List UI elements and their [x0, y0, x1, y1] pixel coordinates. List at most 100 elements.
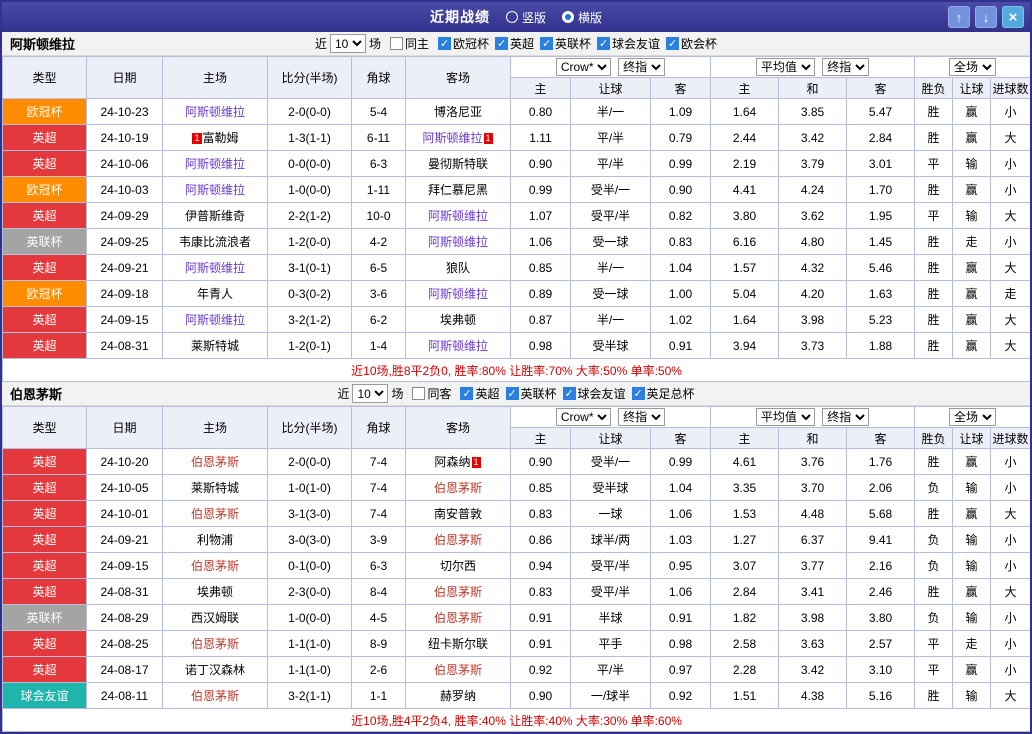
avg-select[interactable]: 平均值 — [755, 408, 815, 426]
team-name: 埃弗顿 — [405, 306, 511, 333]
league-filter-label: 英超 — [510, 36, 535, 51]
odds-company-select[interactable]: Crow* — [555, 408, 611, 426]
result-value: 负 — [914, 474, 954, 501]
col-date: 日期 — [86, 406, 163, 449]
odds-value: 受平/半 — [570, 202, 651, 229]
competition-badge: 英超 — [2, 124, 87, 151]
team-name-text: 纽卡斯尔联 — [427, 637, 488, 651]
team-name: 西汉姆联 — [162, 604, 268, 631]
league-filter[interactable]: 英超 — [495, 35, 534, 52]
odds-value: 0.86 — [510, 526, 571, 553]
avg-odds-value: 5.23 — [846, 306, 916, 333]
same-venue-filter[interactable]: 同主 — [389, 35, 429, 52]
league-filter[interactable]: 英联杯 — [505, 385, 557, 402]
avg-odds-value: 2.46 — [846, 578, 916, 605]
avg-odds-value: 2.84 — [710, 578, 780, 605]
odds-value: 0.90 — [510, 150, 571, 177]
avg-odds-value: 4.48 — [778, 500, 848, 527]
avg-odds-value: 4.24 — [778, 176, 848, 203]
odds-value: 0.97 — [649, 656, 712, 683]
result-value: 赢 — [952, 448, 992, 475]
result-value: 平 — [914, 630, 954, 657]
competition-badge: 英超 — [2, 254, 87, 281]
same-venue-filter[interactable]: 同客 — [412, 385, 451, 402]
corners: 3-6 — [351, 280, 406, 307]
league-filter-label: 英超 — [475, 386, 500, 401]
close-button[interactable]: × — [1002, 6, 1024, 28]
match-row: 英超 24-09-21 阿斯顿维拉 3-1(0-1) 6-5 狼队 0.85 半/一 1.04 1… — [2, 254, 1030, 281]
team-name: 莱斯特城 — [162, 474, 268, 501]
odds-value: 0.83 — [510, 578, 571, 605]
team-name-text: 富勒姆 — [202, 131, 239, 145]
col-odds-handicap: 让球 — [570, 427, 651, 449]
red-card-badge: 1 — [471, 457, 481, 468]
avg-time-select[interactable]: 终指 — [822, 58, 870, 76]
match-date: 24-10-06 — [86, 150, 163, 177]
result-value: 大 — [990, 124, 1030, 151]
match-date: 24-09-15 — [86, 306, 163, 333]
avg-odds-value: 1.57 — [710, 254, 780, 281]
team-name: 利物浦 — [162, 526, 268, 553]
result-value: 胜 — [914, 682, 954, 709]
league-filter[interactable]: 球会友谊 — [597, 35, 660, 52]
match-date: 24-10-19 — [86, 124, 163, 151]
avg-odds-value: 3.73 — [778, 332, 848, 359]
match-row: 英超 24-10-06 阿斯顿维拉 0-0(0-0) 6-3 曼彻斯特联 0.90 平/半 0.… — [2, 150, 1030, 177]
move-down-button[interactable]: ↓ — [975, 6, 997, 28]
odds-company-select[interactable]: Crow* — [555, 58, 611, 76]
avg-odds-value: 1.45 — [846, 228, 916, 255]
odds-value: 0.83 — [649, 228, 712, 255]
match-row: 英超 24-08-25 伯恩茅斯 1-1(1-0) 8-9 纽卡斯尔联 0.91 平手 0.98… — [2, 630, 1030, 657]
col-odds-away: 客 — [649, 77, 712, 99]
games-label: 场 — [391, 387, 404, 401]
checkbox-icon — [412, 387, 426, 400]
score: 0-3(0-2) — [267, 280, 352, 307]
odds-value: 0.91 — [510, 630, 571, 657]
team-name-text: 阿森纳 — [434, 455, 471, 469]
corners: 10-0 — [351, 202, 406, 229]
odds-value: 受一球 — [570, 228, 651, 255]
result-value: 输 — [952, 474, 992, 501]
odds-value: 平/半 — [570, 124, 651, 151]
match-date: 24-09-21 — [86, 254, 163, 281]
odds-value: 平手 — [570, 630, 651, 657]
scope-select[interactable]: 全场 — [949, 58, 997, 76]
avg-odds-value: 5.46 — [846, 254, 916, 281]
league-filter[interactable]: 英超 — [460, 385, 500, 402]
odds-value: 1.06 — [510, 228, 571, 255]
odds-time-select[interactable]: 终指 — [618, 58, 666, 76]
league-filter[interactable]: 欧冠杯 — [437, 35, 489, 52]
avg-time-select[interactable]: 终指 — [822, 408, 870, 426]
score: 2-2(1-2) — [267, 202, 352, 229]
league-filter[interactable]: 球会友谊 — [562, 385, 626, 402]
avg-odds-value: 4.20 — [778, 280, 848, 307]
games-label: 场 — [368, 37, 381, 51]
odds-value: 0.82 — [649, 202, 712, 229]
avg-odds-value: 2.16 — [846, 552, 916, 579]
league-filter[interactable]: 英联杯 — [540, 35, 591, 52]
team-name-text: 莱斯特城 — [190, 481, 239, 495]
match-count-select[interactable]: 10 — [329, 34, 366, 53]
odds-value: 1.09 — [649, 98, 712, 125]
layout-radio-vertical[interactable]: 竖版 — [505, 9, 546, 26]
odds-time-select[interactable]: 终指 — [618, 408, 666, 426]
checkbox-icon — [631, 386, 645, 400]
corners: 1-11 — [351, 176, 406, 203]
score: 2-3(0-0) — [267, 578, 352, 605]
scope-select[interactable]: 全场 — [949, 408, 997, 426]
avg-select[interactable]: 平均值 — [755, 58, 815, 76]
layout-radio-horizontal[interactable]: 横版 — [562, 9, 602, 26]
col-away: 客场 — [405, 406, 511, 449]
league-filter[interactable]: 欧会杯 — [666, 35, 717, 52]
league-filter[interactable]: 英足总杯 — [631, 385, 695, 402]
team-name: 赫罗纳 — [405, 682, 511, 709]
score: 1-2(0-1) — [267, 332, 352, 359]
score: 2-0(0-0) — [267, 98, 352, 125]
team-section-away: 伯恩茅斯 近 10 场 同客 英超英联杯球会友谊英足总杯 — [2, 382, 1030, 732]
match-count-select[interactable]: 10 — [352, 384, 389, 403]
odds-value: 一/球半 — [570, 682, 651, 709]
match-row: 英超 24-10-05 莱斯特城 1-0(1-0) 7-4 伯恩茅斯 0.85 受半球 1.04… — [2, 474, 1030, 501]
col-avg-away: 客 — [846, 77, 916, 99]
odds-value: 受一球 — [570, 280, 651, 307]
move-up-button[interactable]: ↑ — [948, 6, 970, 28]
